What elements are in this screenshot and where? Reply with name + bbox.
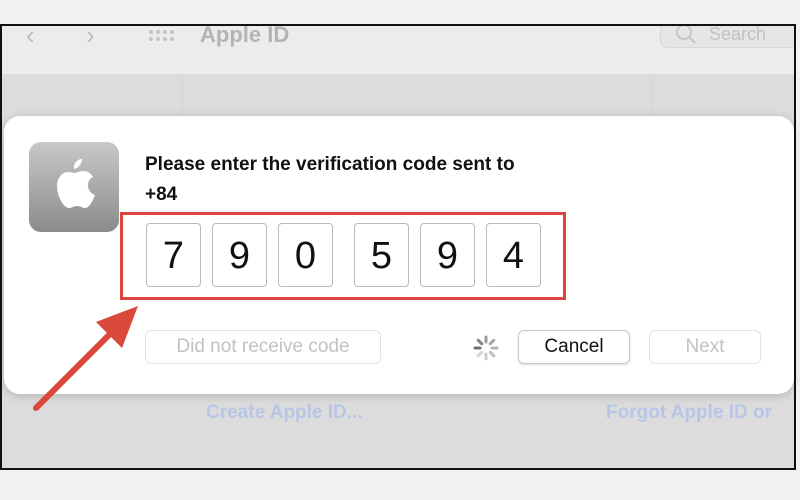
code-digit-5[interactable]: 9: [420, 223, 475, 287]
verification-dialog: Please enter the verification code sent …: [4, 116, 794, 394]
code-digit-2[interactable]: 9: [212, 223, 267, 287]
search-icon: [675, 26, 697, 54]
next-button[interactable]: Next: [649, 330, 761, 364]
forgot-apple-id-link[interactable]: Forgot Apple ID or: [606, 402, 772, 424]
toolbar: ‹ › Apple ID Search: [2, 26, 794, 75]
code-digit-1[interactable]: 7: [146, 223, 201, 287]
message-line: Please enter the verification code sent …: [145, 154, 515, 175]
code-digit-3[interactable]: 0: [278, 223, 333, 287]
apple-logo-icon: [29, 142, 119, 232]
window-title: Apple ID: [200, 24, 290, 47]
create-apple-id-link[interactable]: Create Apple ID...: [206, 402, 363, 424]
verification-message: Please enter the verification code sent …: [145, 150, 705, 210]
search-placeholder: Search: [709, 24, 767, 44]
search-field[interactable]: Search: [660, 24, 794, 48]
phone-prefix: +84: [145, 184, 178, 205]
code-digit-6[interactable]: 4: [486, 223, 541, 287]
code-digit-4[interactable]: 5: [354, 223, 409, 287]
grid-icon[interactable]: [148, 29, 176, 43]
cancel-button[interactable]: Cancel: [518, 330, 630, 364]
back-chevron-icon[interactable]: ‹: [26, 26, 35, 51]
did-not-receive-code-button[interactable]: Did not receive code: [145, 330, 381, 364]
spinner-icon: [472, 334, 500, 362]
forward-chevron-icon[interactable]: ›: [86, 26, 95, 51]
